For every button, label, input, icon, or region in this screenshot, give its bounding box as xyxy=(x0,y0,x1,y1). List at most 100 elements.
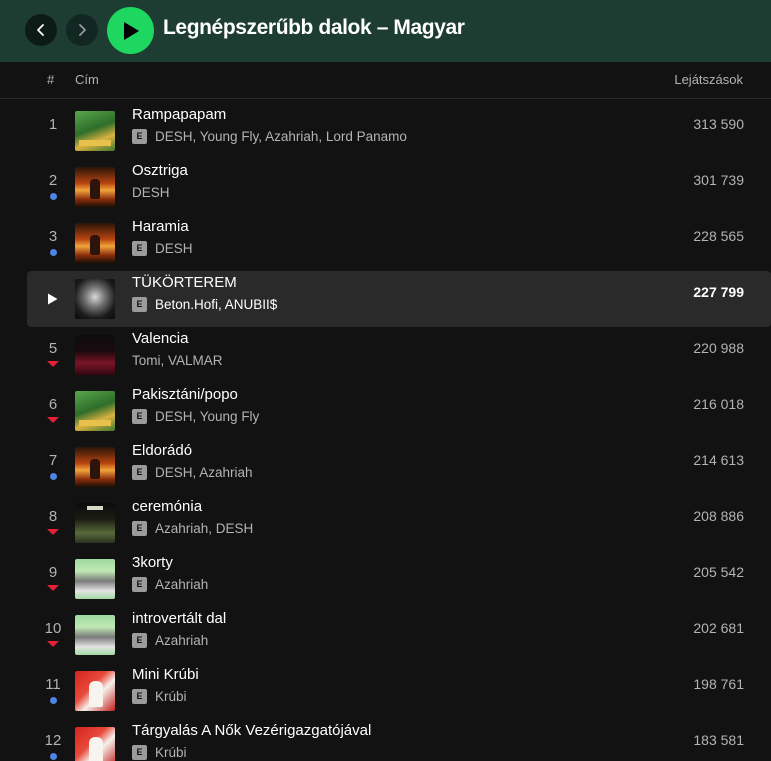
track-meta: E Azahriah xyxy=(132,576,208,592)
track-row[interactable]: 11 Mini Krúbi E Krúbi 198 761 xyxy=(27,663,771,719)
track-row[interactable]: TÜKÖRTEREM E Beton.Hofi, ANUBII$ 227 799 xyxy=(27,271,771,327)
track-meta: E DESH, Azahriah xyxy=(132,464,253,480)
explicit-badge: E xyxy=(132,128,147,144)
track-artists[interactable]: DESH xyxy=(132,185,170,200)
track-artists[interactable]: Krúbi xyxy=(155,689,187,704)
track-artists[interactable]: Tomi, VALMAR xyxy=(132,353,223,368)
track-row[interactable]: 2 Osztriga DESH 301 739 xyxy=(27,159,771,215)
track-artists[interactable]: Azahriah xyxy=(155,577,208,592)
track-title[interactable]: Tárgyalás A Nők Vezérigazgatójával xyxy=(132,722,371,739)
track-meta: E Krúbi xyxy=(132,744,187,760)
track-rank: 8 xyxy=(48,508,58,525)
track-artists[interactable]: Krúbi xyxy=(155,745,187,760)
track-row[interactable]: 7 Eldorádó E DESH, Azahriah 214 613 xyxy=(27,439,771,495)
album-cover xyxy=(75,279,115,319)
album-cover xyxy=(75,615,115,655)
track-rank: 3 xyxy=(48,228,58,245)
track-title[interactable]: Eldorádó xyxy=(132,442,192,459)
track-row[interactable]: 12 Tárgyalás A Nők Vezérigazgatójával E Krú… xyxy=(27,719,771,761)
rank-new-indicator-icon xyxy=(48,191,58,201)
track-artists[interactable]: DESH xyxy=(155,241,193,256)
track-title[interactable]: Osztriga xyxy=(132,162,188,179)
track-title[interactable]: ceremónia xyxy=(132,498,202,515)
page-title: Legnépszerűbb dalok – Magyar xyxy=(163,16,465,39)
rank-new-indicator-icon xyxy=(48,695,58,705)
track-rank: 2 xyxy=(48,172,58,189)
track-meta: E Azahriah, DESH xyxy=(132,520,253,536)
track-row[interactable]: 6 Pakisztáni/popo E DESH, Young Fly 216 018 xyxy=(27,383,771,439)
track-artists[interactable]: Azahriah xyxy=(155,633,208,648)
album-cover xyxy=(75,223,115,263)
track-rank: 9 xyxy=(48,564,58,581)
album-cover xyxy=(75,671,115,711)
track-title[interactable]: Pakisztáni/popo xyxy=(132,386,238,403)
track-title[interactable]: Valencia xyxy=(132,330,188,347)
track-meta: E DESH xyxy=(132,240,193,256)
play-button[interactable] xyxy=(107,7,154,54)
back-button[interactable] xyxy=(25,14,57,46)
track-title[interactable]: TÜKÖRTEREM xyxy=(132,274,237,291)
track-plays: 198 761 xyxy=(693,676,744,692)
rank-new-indicator-icon xyxy=(48,471,58,481)
top-bar: Legnépszerűbb dalok – Magyar xyxy=(0,0,771,62)
track-artists[interactable]: DESH, Young Fly, Azahriah, Lord Panamo xyxy=(155,129,407,144)
play-icon xyxy=(123,21,139,40)
track-rank: 1 xyxy=(48,116,58,133)
album-cover xyxy=(75,503,115,543)
track-meta: DESH xyxy=(132,184,170,200)
column-header: # Cím Lejátszások xyxy=(0,62,771,99)
track-plays: 228 565 xyxy=(693,228,744,244)
track-plays: 202 681 xyxy=(693,620,744,636)
track-title[interactable]: 3korty xyxy=(132,554,173,571)
track-meta: Tomi, VALMAR xyxy=(132,352,223,368)
track-plays: 208 886 xyxy=(693,508,744,524)
track-title[interactable]: Mini Krúbi xyxy=(132,666,199,683)
chevron-right-icon xyxy=(79,24,86,36)
track-plays: 183 581 xyxy=(693,732,744,748)
track-row[interactable]: 9 3korty E Azahriah 205 542 xyxy=(27,551,771,607)
track-plays: 301 739 xyxy=(693,172,744,188)
album-cover xyxy=(75,727,115,761)
track-row[interactable]: 3 Haramia E DESH 228 565 xyxy=(27,215,771,271)
track-artists[interactable]: Beton.Hofi, ANUBII$ xyxy=(155,297,277,312)
track-rank: 7 xyxy=(48,452,58,469)
track-artists[interactable]: DESH, Young Fly xyxy=(155,409,259,424)
track-meta: E DESH, Young Fly, Azahriah, Lord Panamo xyxy=(132,128,407,144)
track-row[interactable]: 1 Rampapapam E DESH, Young Fly, Azahriah, L… xyxy=(27,103,771,159)
album-cover xyxy=(75,447,115,487)
track-plays: 220 988 xyxy=(693,340,744,356)
track-plays: 216 018 xyxy=(693,396,744,412)
album-cover xyxy=(75,111,115,151)
rank-down-indicator-icon xyxy=(47,359,59,369)
track-artists[interactable]: DESH, Azahriah xyxy=(155,465,253,480)
track-rank: 5 xyxy=(48,340,58,357)
track-artists[interactable]: Azahriah, DESH xyxy=(155,521,253,536)
album-cover xyxy=(75,167,115,207)
track-meta: E Krúbi xyxy=(132,688,187,704)
forward-button[interactable] xyxy=(66,14,98,46)
track-row[interactable]: 8 ceremónia E Azahriah, DESH 208 886 xyxy=(27,495,771,551)
explicit-badge: E xyxy=(132,240,147,256)
explicit-badge: E xyxy=(132,576,147,592)
track-meta: E Azahriah xyxy=(132,632,208,648)
track-rank: 11 xyxy=(45,676,61,693)
row-play-icon[interactable] xyxy=(47,292,58,310)
rank-new-indicator-icon xyxy=(48,751,58,761)
track-meta: E DESH, Young Fly xyxy=(132,408,259,424)
explicit-badge: E xyxy=(132,520,147,536)
track-title[interactable]: introvertált dal xyxy=(132,610,226,627)
explicit-badge: E xyxy=(132,744,147,760)
track-rank: 12 xyxy=(44,732,62,749)
explicit-badge: E xyxy=(132,464,147,480)
column-number-header: # xyxy=(47,72,55,87)
column-plays-header: Lejátszások xyxy=(674,72,743,87)
track-title[interactable]: Haramia xyxy=(132,218,189,235)
track-row[interactable]: 10 introvertált dal E Azahriah 202 681 xyxy=(27,607,771,663)
rank-down-indicator-icon xyxy=(47,527,59,537)
rank-new-indicator-icon xyxy=(48,247,58,257)
track-row[interactable]: 5 Valencia Tomi, VALMAR 220 988 xyxy=(27,327,771,383)
track-plays: 313 590 xyxy=(693,116,744,132)
track-title[interactable]: Rampapapam xyxy=(132,106,226,123)
track-rank: 10 xyxy=(44,620,62,637)
track-meta: E Beton.Hofi, ANUBII$ xyxy=(132,296,277,312)
